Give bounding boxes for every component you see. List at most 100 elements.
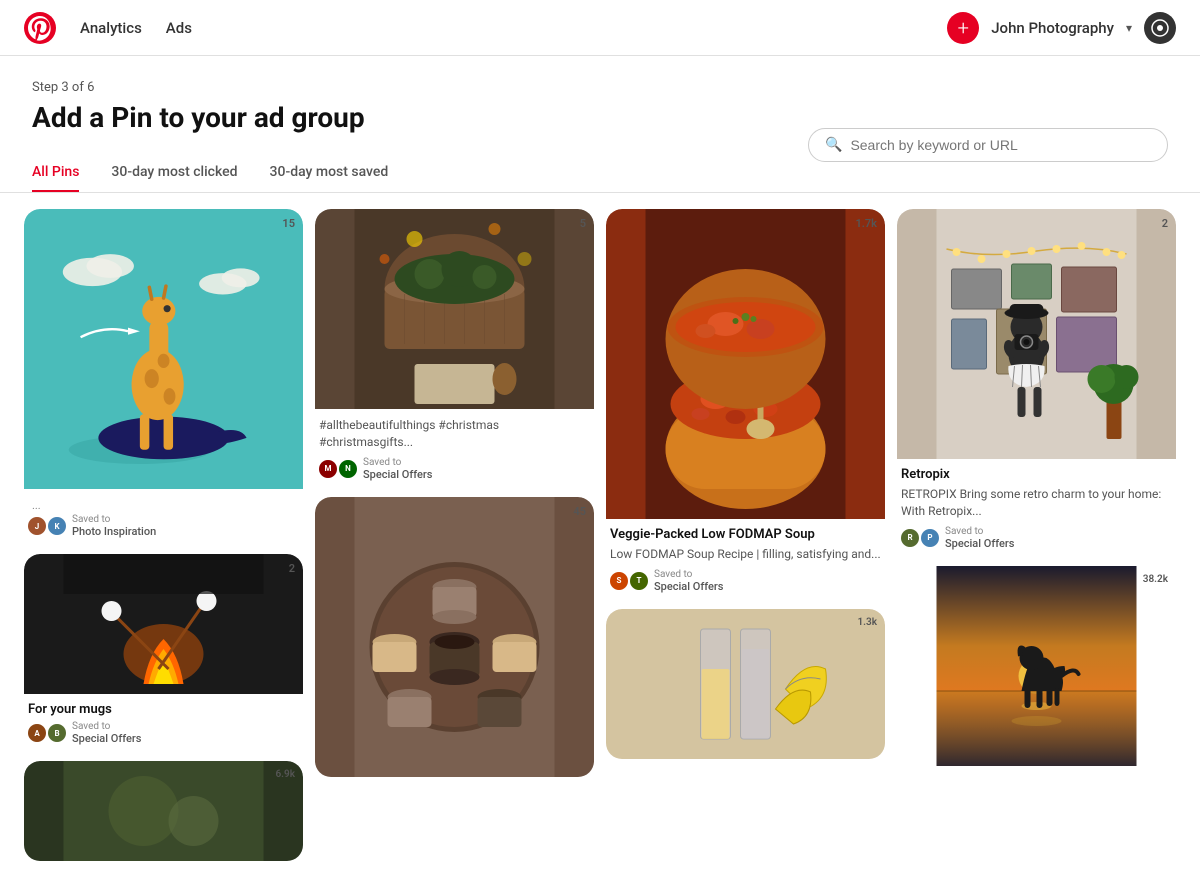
drinks-illustration <box>606 609 885 759</box>
pin-saved-row: R P Saved to Special Offers <box>901 526 1172 550</box>
pin-image-retropix: 2 <box>897 209 1176 459</box>
avatar: A <box>28 724 46 742</box>
pin-card[interactable]: 2 For <box>24 554 303 749</box>
saved-text: Saved to Special Offers <box>654 569 723 593</box>
settings-icon[interactable] <box>1144 12 1176 44</box>
pin-card[interactable]: 6.9k <box>24 761 303 861</box>
step-label: Step 3 of 6 <box>32 80 1168 95</box>
pin-count: 1.7k <box>855 217 877 230</box>
saved-label: Saved to <box>363 457 432 468</box>
pin-image-partial: 6.9k <box>24 761 303 861</box>
saved-text: Saved to Photo Inspiration <box>72 514 156 538</box>
pin-info: ... J K Saved to Photo Inspiration <box>24 489 303 542</box>
avatars: R P <box>901 529 939 547</box>
ellipsis-text: ... <box>28 497 299 514</box>
board-name: Special Offers <box>945 537 1014 550</box>
avatars: S T <box>610 572 648 590</box>
board-name: Special Offers <box>654 580 723 593</box>
pinterest-logo[interactable] <box>24 12 56 44</box>
board-name: Special Offers <box>363 468 432 481</box>
saved-text: Saved to Special Offers <box>945 526 1014 550</box>
pin-info: Retropix RETROPIX Bring some retro charm… <box>897 459 1176 554</box>
avatar: M <box>319 460 337 478</box>
avatars: M N <box>319 460 357 478</box>
christmas-illustration <box>315 209 594 409</box>
soup-illustration <box>606 209 885 519</box>
pin-saved-row: S T Saved to Special Offers <box>610 569 881 593</box>
pin-desc: Low FODMAP Soup Recipe | filling, satisf… <box>610 546 881 563</box>
board-name: Photo Inspiration <box>72 525 156 538</box>
fire-illustration <box>24 554 303 694</box>
pin-column-4: 2 <box>897 209 1176 766</box>
avatar: B <box>48 724 66 742</box>
pin-image-fire: 2 <box>24 554 303 694</box>
saved-label: Saved to <box>654 569 723 580</box>
pins-grid: 15 <box>0 193 1200 877</box>
pin-title: Retropix <box>901 467 1172 482</box>
avatars: J K <box>28 517 66 535</box>
coffee-illustration <box>315 497 594 777</box>
avatar: K <box>48 517 66 535</box>
pin-column-2: 5 <box>315 209 594 777</box>
header-right: + John Photography ▾ <box>947 12 1176 44</box>
pin-saved-row: A B Saved to Special Offers <box>28 721 299 745</box>
pin-info: For your mugs A B Saved to Special Offer… <box>24 694 303 749</box>
avatar: N <box>339 460 357 478</box>
pin-column-3: 1.7k <box>606 209 885 759</box>
search-box: 🔍 <box>808 128 1168 162</box>
avatar: J <box>28 517 46 535</box>
account-name[interactable]: John Photography <box>991 19 1114 37</box>
page-content: Step 3 of 6 Add a Pin to your ad group 🔍 <box>0 56 1200 134</box>
pin-title: For your mugs <box>28 702 299 717</box>
tab-most-clicked[interactable]: 30-day most clicked <box>111 154 237 192</box>
pin-count: 2 <box>1162 217 1168 230</box>
header-left: Analytics Ads <box>24 12 192 44</box>
search-icon: 🔍 <box>825 137 842 153</box>
pin-card[interactable]: 38.2k <box>897 566 1176 766</box>
pin-info: Veggie-Packed Low FODMAP Soup Low FODMAP… <box>606 519 885 597</box>
search-input[interactable] <box>850 137 1151 153</box>
pin-saved-row: J K Saved to Photo Inspiration <box>28 514 299 538</box>
nav-analytics[interactable]: Analytics <box>80 19 142 37</box>
avatars: A B <box>28 724 66 742</box>
pin-image-soup: 1.7k <box>606 209 885 519</box>
pin-count: 5 <box>580 217 586 230</box>
saved-label: Saved to <box>72 514 156 525</box>
pin-count: 15 <box>282 217 295 230</box>
saved-text: Saved to Special Offers <box>363 457 432 481</box>
add-button[interactable]: + <box>947 12 979 44</box>
pin-card[interactable]: 1.7k <box>606 209 885 597</box>
pin-count: 6.9k <box>275 769 295 780</box>
board-name: Special Offers <box>72 732 141 745</box>
pin-saved-row: M N Saved to Special Offers <box>319 457 590 481</box>
saved-label: Saved to <box>72 721 141 732</box>
avatar: R <box>901 529 919 547</box>
pin-image-dog: 38.2k <box>897 566 1176 766</box>
pin-column-1: 15 <box>24 209 303 861</box>
pin-desc: RETROPIX Bring some retro charm to your … <box>901 486 1172 520</box>
pin-count: 2 <box>289 562 295 575</box>
retropix-illustration <box>897 209 1176 459</box>
pin-card[interactable]: 2 <box>897 209 1176 554</box>
dog-sunset-illustration <box>897 566 1176 766</box>
saved-text: Saved to Special Offers <box>72 721 141 745</box>
pin-card[interactable]: 1.3k <box>606 609 885 759</box>
tab-most-saved[interactable]: 30-day most saved <box>270 154 389 192</box>
pin-card[interactable]: 15 <box>24 209 303 542</box>
green-illustration <box>24 761 303 861</box>
saved-label: Saved to <box>945 526 1014 537</box>
chevron-down-icon[interactable]: ▾ <box>1126 21 1132 35</box>
avatar: S <box>610 572 628 590</box>
pin-card[interactable]: 5 <box>315 209 594 485</box>
pin-image-giraffe: 15 <box>24 209 303 489</box>
tab-all-pins[interactable]: All Pins <box>32 154 79 192</box>
app-header: Analytics Ads + John Photography ▾ <box>0 0 1200 56</box>
pin-card[interactable]: 45 <box>315 497 594 777</box>
pin-image-coffee: 45 <box>315 497 594 777</box>
search-area: 🔍 <box>808 128 1168 162</box>
giraffe-illustration <box>45 230 282 468</box>
nav-ads[interactable]: Ads <box>166 19 192 37</box>
pin-image-christmas: 5 <box>315 209 594 409</box>
pin-title: Veggie-Packed Low FODMAP Soup <box>610 527 881 542</box>
pin-image-drinks: 1.3k <box>606 609 885 759</box>
